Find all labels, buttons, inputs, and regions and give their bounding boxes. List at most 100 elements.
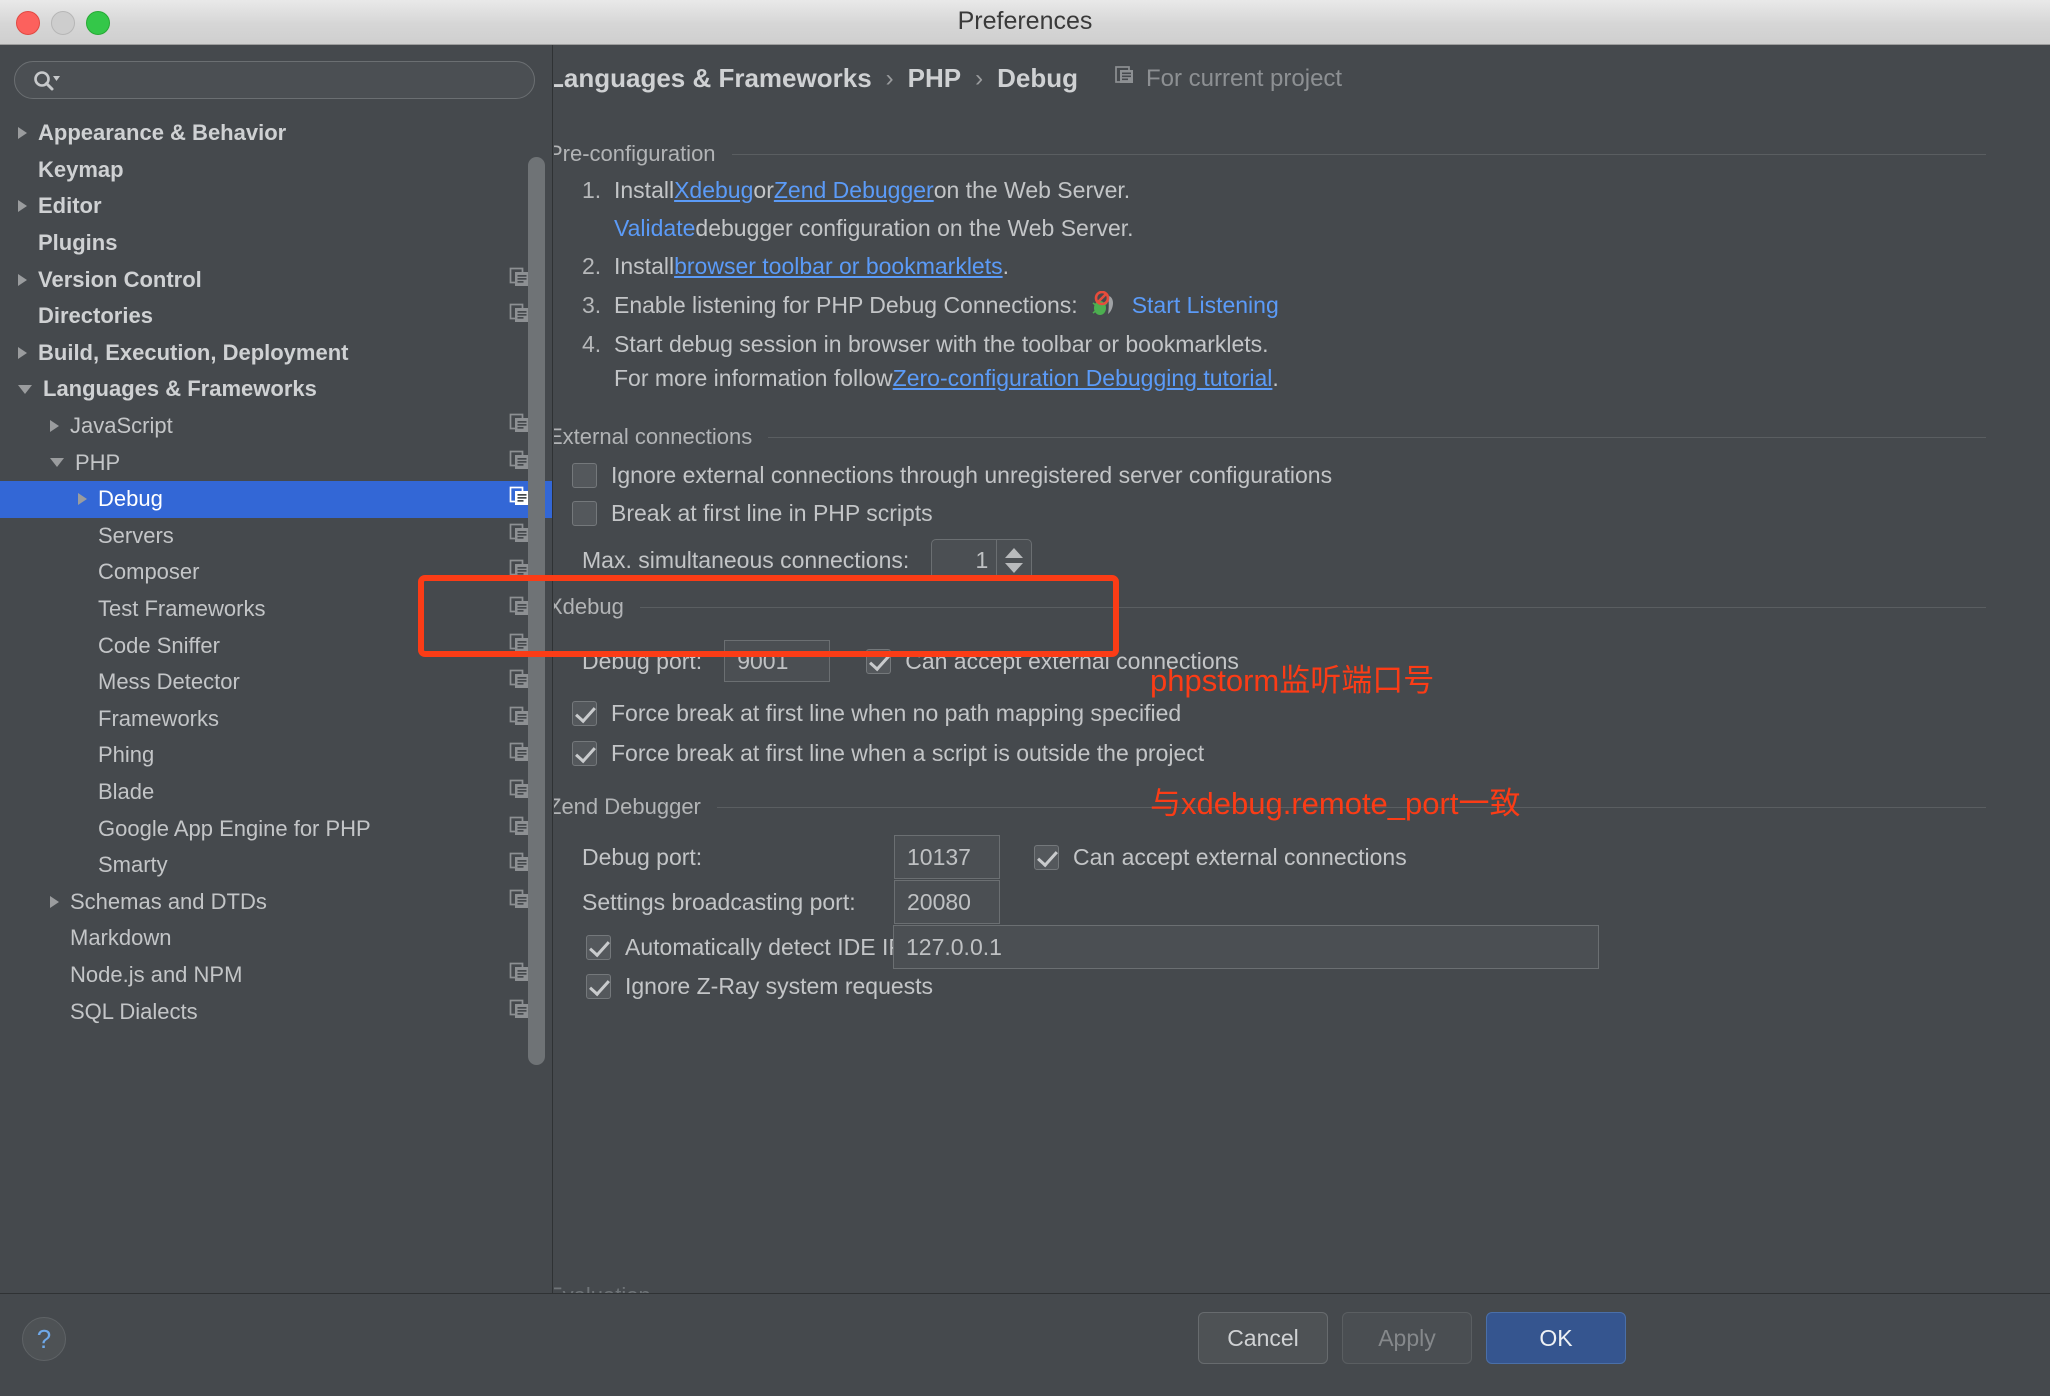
zend-broadcast-port-input[interactable]: 20080 xyxy=(894,880,1000,924)
preconfig-step-1: 1. Install Xdebug or Zend Debugger on th… xyxy=(582,177,1130,204)
chevron-right-icon[interactable] xyxy=(18,273,27,286)
zend-ignore-zray-row[interactable]: Ignore Z-Ray system requests xyxy=(586,973,933,1000)
sidebar-item-php[interactable]: PHP xyxy=(0,444,552,481)
zend-ignore-zray-checkbox[interactable] xyxy=(586,974,611,999)
external-connections-group-title: External connections xyxy=(554,424,1986,450)
sidebar-scrollbar[interactable] xyxy=(528,157,545,1065)
breadcrumb-languages-frameworks[interactable]: Languages & Frameworks xyxy=(554,63,872,94)
sidebar-item-phing[interactable]: Phing xyxy=(0,737,552,774)
breadcrumb-php[interactable]: PHP xyxy=(908,63,961,94)
zend-broadcast-port-label: Settings broadcasting port: xyxy=(582,888,856,915)
ignore-unregistered-row[interactable]: Ignore external connections through unre… xyxy=(572,462,1332,489)
zend-ide-ip-input[interactable]: 127.0.0.1 xyxy=(893,925,1599,969)
validate-link[interactable]: Validate xyxy=(614,215,695,242)
sidebar-item-label: Keymap xyxy=(38,156,124,182)
window-titlebar: Preferences xyxy=(0,0,2050,45)
sidebar-item-label: Servers xyxy=(98,522,174,548)
sidebar-item-keymap[interactable]: Keymap xyxy=(0,152,552,189)
zend-auto-detect-ip-checkbox[interactable] xyxy=(586,934,611,960)
sidebar-item-label: Appearance & Behavior xyxy=(38,120,287,146)
sidebar-item-schemas-and-dtds[interactable]: Schemas and DTDs xyxy=(0,883,552,920)
sidebar-item-blade[interactable]: Blade xyxy=(0,774,552,811)
stepper-arrows[interactable] xyxy=(996,540,1031,580)
settings-tree[interactable]: Appearance & Behavior Keymap Editor Plugins… xyxy=(0,115,552,1285)
xdebug-force-break-outside-label: Force break at first line when a script … xyxy=(611,740,1205,766)
ignore-unregistered-checkbox[interactable] xyxy=(572,463,597,488)
step-2-post: . xyxy=(1002,253,1010,279)
xdebug-title: Xdebug xyxy=(554,594,624,619)
start-listening-link[interactable]: Start Listening xyxy=(1132,292,1279,319)
sidebar-item-composer[interactable]: Composer xyxy=(0,554,552,591)
annotation-text: phpstorm监听端口号 与xdebug.remote_port一致 xyxy=(1150,578,1520,906)
zend-debugger-link[interactable]: Zend Debugger xyxy=(774,177,934,204)
help-button[interactable]: ? xyxy=(22,1317,66,1361)
step-1-mid: or xyxy=(753,177,774,203)
sidebar-item-markdown[interactable]: Markdown xyxy=(0,920,552,957)
step-3-text: Enable listening for PHP Debug Connectio… xyxy=(614,291,1078,318)
preconfig-validate-line: Validate debugger configuration on the W… xyxy=(614,215,1134,242)
chevron-down-icon[interactable] xyxy=(50,458,64,468)
sidebar-item-sql-dialects[interactable]: SQL Dialects xyxy=(0,993,552,1030)
sidebar-item-javascript[interactable]: JavaScript xyxy=(0,408,552,445)
zero-config-tutorial-link[interactable]: Zero-configuration Debugging tutorial xyxy=(893,365,1273,392)
sidebar-item-mess-detector[interactable]: Mess Detector xyxy=(0,664,552,701)
xdebug-can-accept-checkbox[interactable] xyxy=(866,648,892,674)
sidebar-item-code-sniffer[interactable]: Code Sniffer xyxy=(0,627,552,664)
chevron-right-icon[interactable] xyxy=(78,493,87,506)
stepper-up-icon[interactable] xyxy=(1005,547,1024,558)
sidebar-item-label: Markdown xyxy=(70,925,172,951)
zend-can-accept-checkbox[interactable] xyxy=(1034,844,1059,870)
cancel-button[interactable]: Cancel xyxy=(1198,1312,1328,1364)
sidebar-item-smarty[interactable]: Smarty xyxy=(0,847,552,884)
xdebug-force-break-no-mapping-row[interactable]: Force break at first line when no path m… xyxy=(572,700,1181,727)
ok-button[interactable]: OK xyxy=(1486,1312,1626,1364)
zend-debug-port-input[interactable]: 10137 xyxy=(894,835,1000,879)
search-input[interactable] xyxy=(14,61,535,99)
sidebar-item-appearance-behavior[interactable]: Appearance & Behavior xyxy=(0,115,552,152)
chevron-right-icon[interactable] xyxy=(50,420,59,433)
chevron-right-icon[interactable] xyxy=(50,895,59,908)
sidebar-item-languages-frameworks[interactable]: Languages & Frameworks xyxy=(0,371,552,408)
sidebar-item-test-frameworks[interactable]: Test Frameworks xyxy=(0,591,552,628)
step-4-number: 4. xyxy=(582,331,602,357)
evaluation-group-title: Evaluation xyxy=(554,1283,651,1293)
listen-phone-bug-icon[interactable] xyxy=(1090,291,1120,319)
max-connections-stepper[interactable]: 1 xyxy=(931,539,1033,581)
sidebar-item-label: Composer xyxy=(98,559,200,585)
sidebar-item-google-app-engine-for-php[interactable]: Google App Engine for PHP xyxy=(0,810,552,847)
browser-toolbar-link[interactable]: browser toolbar or bookmarklets xyxy=(674,253,1003,280)
sidebar-item-node-js-and-npm[interactable]: Node.js and NPM xyxy=(0,957,552,994)
xdebug-link[interactable]: Xdebug xyxy=(674,177,753,204)
xdebug-force-break-outside-row[interactable]: Force break at first line when a script … xyxy=(572,740,1204,767)
xdebug-force-break-outside-checkbox[interactable] xyxy=(572,741,597,766)
sidebar-item-servers[interactable]: Servers xyxy=(0,518,552,555)
chevron-right-icon[interactable] xyxy=(18,127,27,140)
sidebar-item-build-execution-deployment[interactable]: Build, Execution, Deployment xyxy=(0,335,552,372)
chevron-right-icon[interactable] xyxy=(18,200,27,213)
search-field-wrapper[interactable] xyxy=(14,61,535,99)
xdebug-debug-port-input[interactable]: 9001 xyxy=(724,640,831,682)
sidebar-item-directories[interactable]: Directories xyxy=(0,298,552,335)
apply-button[interactable]: Apply xyxy=(1342,1312,1472,1364)
breadcrumb-separator: › xyxy=(975,64,984,92)
break-first-line-checkbox[interactable] xyxy=(572,501,597,526)
sidebar-item-debug[interactable]: Debug xyxy=(0,480,552,518)
zend-auto-detect-ip-label: Automatically detect IDE IP: xyxy=(625,933,911,960)
max-connections-value[interactable]: 1 xyxy=(932,540,996,580)
step-2-pre: Install xyxy=(614,253,675,279)
sidebar-item-label: Version Control xyxy=(38,266,202,292)
break-first-line-label: Break at first line in PHP scripts xyxy=(611,500,933,526)
sidebar-item-label: Phing xyxy=(98,742,155,768)
scope-label: For current project xyxy=(1146,64,1343,92)
step-1-number: 1. xyxy=(582,177,602,203)
chevron-down-icon[interactable] xyxy=(18,384,32,394)
stepper-down-icon[interactable] xyxy=(1005,562,1024,573)
break-first-line-row[interactable]: Break at first line in PHP scripts xyxy=(572,500,933,527)
sidebar-item-editor[interactable]: Editor xyxy=(0,188,552,225)
sidebar-item-plugins[interactable]: Plugins xyxy=(0,225,552,262)
sidebar-item-frameworks[interactable]: Frameworks xyxy=(0,701,552,738)
chevron-right-icon[interactable] xyxy=(18,346,27,359)
sidebar-item-version-control[interactable]: Version Control xyxy=(0,261,552,298)
step-1-post: on the Web Server. xyxy=(933,177,1131,203)
xdebug-force-break-no-mapping-checkbox[interactable] xyxy=(572,701,597,726)
